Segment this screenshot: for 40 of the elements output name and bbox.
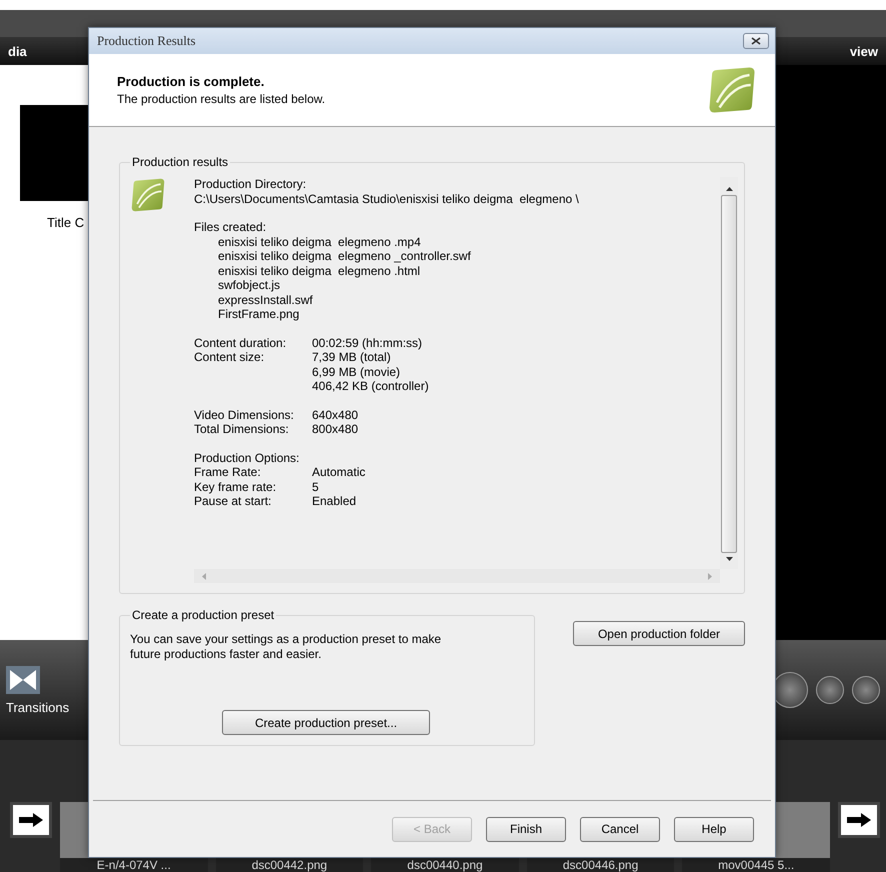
file-name: enisxisi teliko deigma elegmeno .html bbox=[217, 264, 422, 278]
clip-title: Title C bbox=[47, 215, 84, 230]
result-text: Files created: bbox=[194, 220, 268, 234]
group-label: Production results bbox=[131, 155, 230, 169]
result-label: Content duration: bbox=[194, 336, 288, 350]
file-name: FirstFrame.png bbox=[217, 307, 300, 322]
clip-name: mov00445 5... bbox=[682, 858, 830, 872]
result-value: Enabled bbox=[312, 494, 358, 508]
dialog-subheading: The production results are listed below. bbox=[117, 92, 326, 106]
result-value: 5 bbox=[312, 480, 320, 494]
group-label: Create a production preset bbox=[131, 608, 276, 622]
clip-name: dsc00442.png bbox=[216, 858, 364, 872]
result-label: Video Dimensions: bbox=[194, 408, 295, 422]
preset-description: You can save your settings as a production preset to make future productions faster and easier. bbox=[130, 632, 442, 662]
window-title: Production Results bbox=[97, 33, 196, 49]
toolbar-label: view bbox=[850, 44, 878, 58]
result-text: C:\Users\Documents\Camtasia Studio\enisxisi teliko deigma elegmeno \ bbox=[194, 192, 580, 206]
file-name: enisxisi teliko deigma elegmeno .mp4 bbox=[217, 234, 422, 249]
result-label: Key frame rate: bbox=[194, 480, 278, 494]
result-value: 800x480 bbox=[312, 422, 360, 436]
result-value: 7,39 MB (total) bbox=[312, 350, 392, 364]
file-name: enisxisi teliko deigma elegmeno _controller.swf bbox=[217, 249, 472, 264]
result-value: 6,99 MB (movie) bbox=[312, 364, 402, 379]
result-value: Automatic bbox=[312, 465, 366, 480]
clip-name: E-n/4-074V ... bbox=[60, 858, 208, 872]
result-label: Pause at start: bbox=[194, 494, 272, 508]
file-name: swfobject.js bbox=[217, 278, 282, 292]
result-value: 00:02:59 (hh:mm:ss) bbox=[312, 336, 424, 350]
result-label: Content size: bbox=[194, 350, 266, 366]
result-label: Frame Rate: bbox=[194, 465, 262, 480]
file-name: expressInstall.swf bbox=[217, 292, 314, 307]
clip-name: dsc00446.png bbox=[526, 858, 674, 872]
result-value: 640x480 bbox=[312, 408, 360, 422]
result-value: 406,42 KB (controller) bbox=[312, 379, 430, 394]
result-text: Production Options: bbox=[194, 450, 300, 465]
result-label: Total Dimensions: bbox=[194, 422, 290, 436]
toolbar-label: dia bbox=[8, 44, 27, 58]
clip-name: dsc00440.png bbox=[371, 858, 519, 872]
result-text: Production Directory: bbox=[194, 177, 308, 192]
dialog-heading: Production is complete. bbox=[117, 74, 266, 89]
